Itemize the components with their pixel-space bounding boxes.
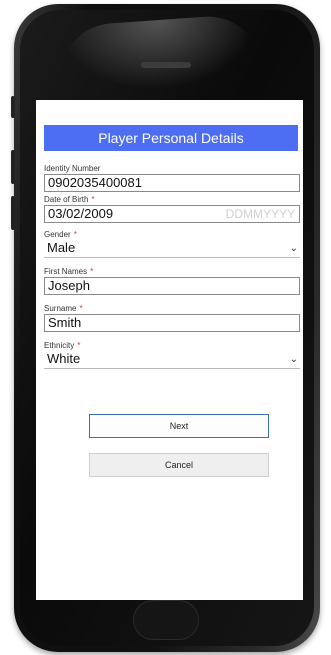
ethnicity-field: Ethnicity * White ⌄ <box>44 341 300 369</box>
surname-label: Surname * <box>44 304 83 313</box>
date-of-birth-label: Date of Birth * <box>44 195 95 204</box>
required-asterisk: * <box>79 304 83 313</box>
home-button[interactable] <box>133 600 199 640</box>
first-names-field: First Names * Joseph <box>44 267 300 295</box>
required-asterisk: * <box>90 267 94 276</box>
volume-down-button <box>11 196 15 230</box>
volume-up-button <box>11 150 15 184</box>
gender-label: Gender * <box>44 230 77 239</box>
identity-number-input[interactable]: 0902035400081 <box>44 174 300 192</box>
date-of-birth-input[interactable]: 03/02/2009 DDMMYYYY <box>44 205 300 223</box>
chevron-down-icon: ⌄ <box>289 243 298 254</box>
surname-field: Surname * Smith <box>44 304 300 332</box>
next-button[interactable]: Next <box>89 414 269 438</box>
mute-switch <box>11 96 15 118</box>
gender-select[interactable]: Male ⌄ <box>44 240 300 258</box>
first-names-input[interactable]: Joseph <box>44 277 300 295</box>
phone-glare <box>57 13 263 97</box>
identity-number-field: Identity Number 0902035400081 <box>44 164 300 192</box>
date-of-birth-field: Date of Birth * 03/02/2009 DDMMYYYY <box>44 195 300 223</box>
required-asterisk: * <box>73 230 77 239</box>
chevron-down-icon: ⌄ <box>289 354 298 365</box>
ethnicity-label: Ethnicity * <box>44 341 81 350</box>
identity-number-label: Identity Number <box>44 164 101 173</box>
required-asterisk: * <box>91 195 95 204</box>
first-names-label: First Names * <box>44 267 94 276</box>
ethnicity-select[interactable]: White ⌄ <box>44 351 300 369</box>
phone-speaker <box>141 62 191 68</box>
required-asterisk: * <box>77 341 81 350</box>
form-title: Player Personal Details <box>44 125 298 151</box>
cancel-button[interactable]: Cancel <box>89 453 269 477</box>
date-format-placeholder: DDMMYYYY <box>225 207 295 221</box>
gender-field: Gender * Male ⌄ <box>44 230 300 258</box>
surname-input[interactable]: Smith <box>44 314 300 332</box>
phone-screen: Player Personal Details Identity Number … <box>36 100 303 600</box>
